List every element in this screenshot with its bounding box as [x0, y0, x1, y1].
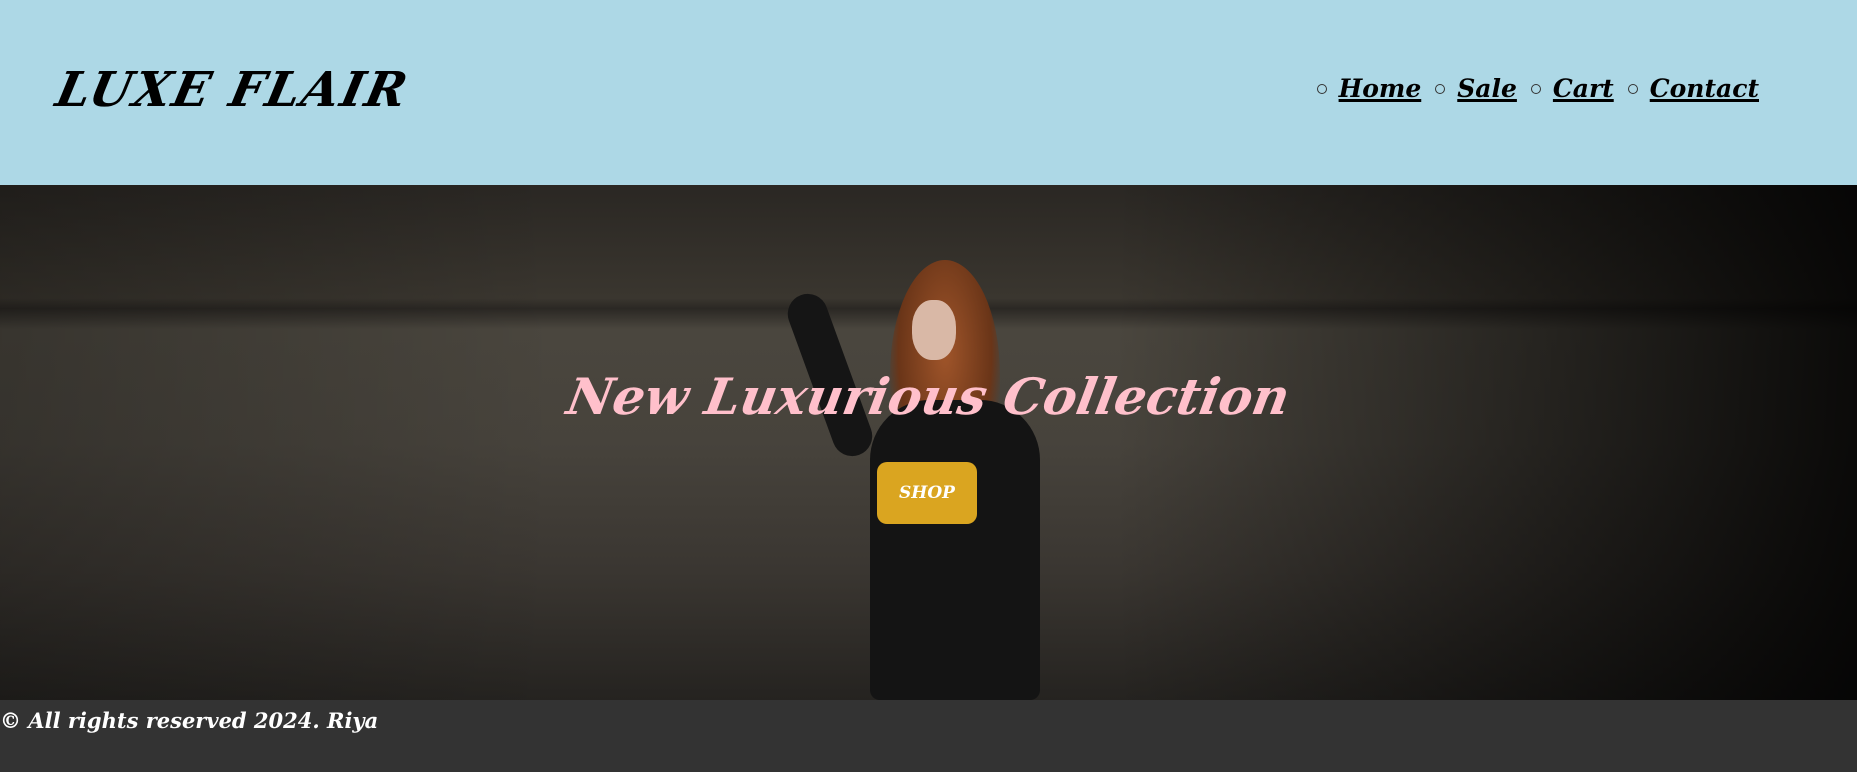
shop-button[interactable]: SHOP [877, 462, 977, 524]
bullet-icon [1627, 83, 1638, 94]
nav-contact-link[interactable]: Contact [1650, 74, 1759, 103]
nav-cart-link[interactable]: Cart [1553, 74, 1614, 103]
hero-title: New Luxurious Collection [562, 367, 1295, 426]
site-footer: © All rights reserved 2024. Riya [0, 700, 1857, 772]
main-nav: Home Sale Cart Contact [1303, 74, 1759, 103]
site-header: LUXE FLAIR Home Sale Cart Contact [0, 0, 1857, 185]
bullet-icon [1316, 83, 1327, 94]
bullet-icon [1435, 83, 1446, 94]
copyright-text: © All rights reserved 2024. Riya [0, 708, 379, 733]
hero-overlay [0, 185, 1857, 700]
bullet-icon [1530, 83, 1541, 94]
nav-home-link[interactable]: Home [1339, 74, 1422, 103]
logo[interactable]: LUXE FLAIR [51, 62, 414, 118]
nav-sale-link[interactable]: Sale [1457, 74, 1517, 103]
hero-banner: New Luxurious Collection SHOP [0, 185, 1857, 700]
